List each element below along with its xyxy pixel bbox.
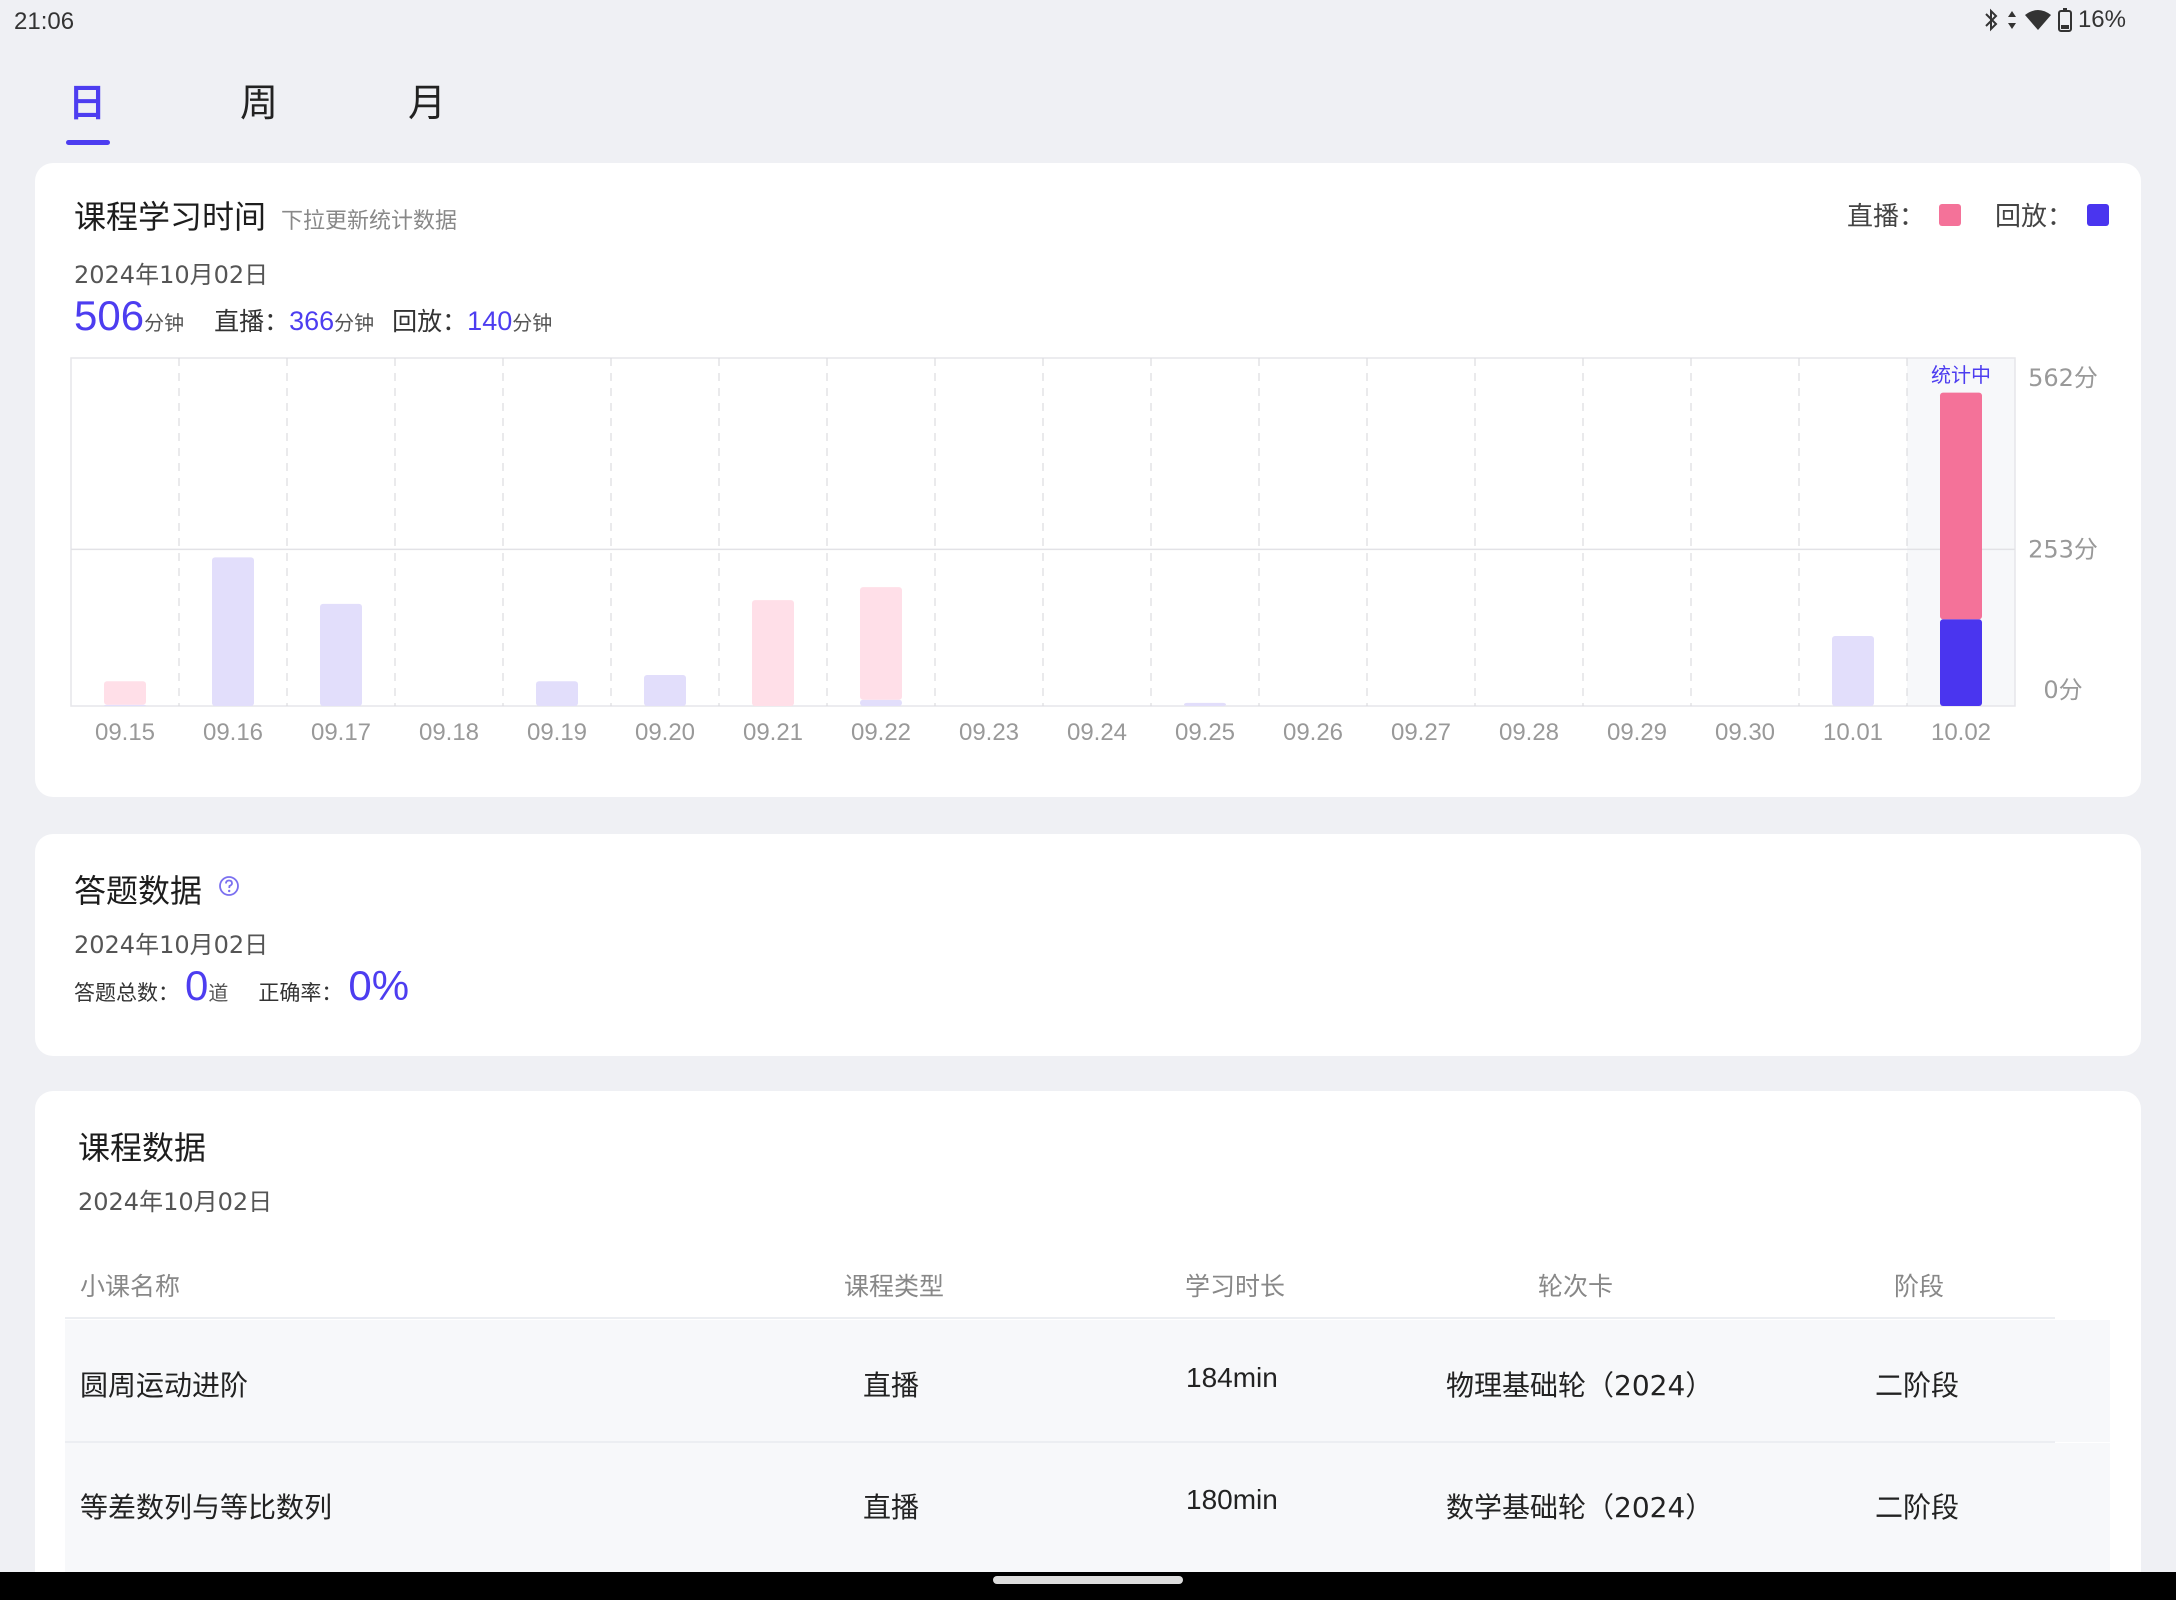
x-tick-label: 09.16 bbox=[203, 719, 263, 746]
answer-total-unit: 道 bbox=[208, 981, 229, 1005]
x-tick-label: 09.29 bbox=[1607, 719, 1667, 746]
course-type: 直播 bbox=[863, 1369, 920, 1402]
header-course-type: 课程类型 bbox=[844, 1272, 945, 1301]
status-icons: 16% bbox=[1982, 6, 2126, 34]
tab-day[interactable]: 日 bbox=[68, 72, 106, 127]
x-tick-label: 10.01 bbox=[1823, 719, 1883, 746]
x-tick-label: 09.15 bbox=[95, 719, 155, 746]
y-tick-label: 253分 bbox=[2028, 535, 2098, 563]
replay-label: 回放： bbox=[392, 307, 468, 336]
study-duration: 184min bbox=[1186, 1362, 1278, 1393]
header-divider bbox=[65, 1317, 2055, 1319]
stage: 二阶段 bbox=[1875, 1491, 1960, 1524]
tab-week[interactable]: 周 bbox=[240, 72, 278, 127]
x-tick-label: 09.21 bbox=[743, 719, 803, 746]
course-date: 2024年10月02日 bbox=[78, 1188, 273, 1216]
live-unit: 分钟 bbox=[334, 311, 375, 335]
in-progress-label: 统计中 bbox=[1931, 363, 1991, 387]
active-tab-indicator bbox=[66, 140, 110, 145]
bluetooth-icon bbox=[1985, 8, 1998, 32]
x-tick-label: 09.28 bbox=[1499, 719, 1559, 746]
x-tick-label: 09.25 bbox=[1175, 719, 1235, 746]
bar-replay-10.01 bbox=[1832, 636, 1874, 706]
legend-live-swatch bbox=[1939, 203, 1962, 226]
tab-month[interactable]: 月 bbox=[408, 72, 446, 127]
header-study-duration: 学习时长 bbox=[1185, 1272, 1286, 1301]
y-tick-label: 562分 bbox=[2028, 364, 2098, 392]
course-table-header: 小课名称 课程类型 学习时长 轮次卡 阶段 bbox=[65, 1267, 2110, 1317]
pull-refresh-hint: 下拉更新统计数据 bbox=[281, 209, 458, 234]
x-tick-label: 09.22 bbox=[851, 719, 911, 746]
replay-unit: 分钟 bbox=[512, 311, 553, 335]
header-course-name: 小课名称 bbox=[80, 1272, 181, 1301]
legend-replay-swatch bbox=[2087, 203, 2110, 226]
study-time-title: 课程学习时间 bbox=[74, 198, 267, 236]
bar-replay-10.02 bbox=[1940, 619, 1982, 706]
period-tabs: 日 周 月 bbox=[0, 72, 700, 152]
data-transfer-icon bbox=[2007, 11, 2016, 29]
x-tick-label: 09.30 bbox=[1715, 719, 1775, 746]
bar-replay-09.15 bbox=[104, 704, 146, 706]
table-row[interactable]: 等差数列与等比数列 直播 180min 数学基础轮（2024） 二阶段 bbox=[65, 1443, 2110, 1572]
course-data-title: 课程数据 bbox=[78, 1129, 207, 1167]
answer-date: 2024年10月02日 bbox=[74, 931, 269, 959]
total-minutes: 506 bbox=[74, 292, 145, 339]
replay-minutes: 140 bbox=[467, 306, 513, 336]
stage: 二阶段 bbox=[1875, 1369, 1960, 1402]
round-card: 数学基础轮（2024） bbox=[1446, 1491, 1714, 1524]
bar-replay-09.25 bbox=[1184, 702, 1226, 706]
study-time-chart[interactable]: 09.15 09.16 09.17 09.18 09.19 09.20 09.21 09.22… bbox=[35, 350, 2115, 750]
x-tick-label: 09.27 bbox=[1391, 719, 1451, 746]
accuracy-label: 正确率： bbox=[258, 981, 343, 1005]
bar-replay-09.16 bbox=[212, 557, 254, 706]
status-time: 21:06 bbox=[14, 8, 75, 35]
wifi-icon bbox=[2024, 10, 2051, 30]
table-row[interactable]: 圆周运动进阶 直播 184min 物理基础轮（2024） 二阶段 bbox=[65, 1320, 2110, 1442]
x-tick-label: 09.18 bbox=[419, 719, 479, 746]
accuracy-value: 0% bbox=[348, 962, 410, 1009]
battery-percent: 16% bbox=[2077, 6, 2126, 33]
header-stage: 阶段 bbox=[1894, 1272, 1945, 1301]
home-gesture-handle[interactable] bbox=[993, 1576, 1183, 1584]
battery-icon bbox=[2057, 8, 2072, 32]
live-label: 直播： bbox=[214, 307, 290, 336]
x-tick-label: 09.17 bbox=[311, 719, 371, 746]
course-name: 圆周运动进阶 bbox=[80, 1369, 249, 1402]
study-duration: 180min bbox=[1186, 1484, 1278, 1515]
help-icon[interactable] bbox=[218, 875, 240, 897]
y-tick-label: 0分 bbox=[2043, 676, 2082, 704]
legend-replay-label: 回放： bbox=[1995, 202, 2074, 232]
answer-summary: 答题总数： 0 道 正确率： 0% bbox=[74, 962, 409, 1010]
x-tick-label: 09.26 bbox=[1283, 719, 1343, 746]
status-bar: 21:06 16% bbox=[0, 0, 2176, 44]
course-type: 直播 bbox=[863, 1491, 920, 1524]
x-tick-label: 10.02 bbox=[1931, 719, 1991, 746]
bar-live-09.15 bbox=[104, 681, 146, 705]
header-round-card: 轮次卡 bbox=[1538, 1272, 1614, 1301]
x-tick-label: 09.19 bbox=[527, 719, 587, 746]
answer-data-card bbox=[35, 834, 2141, 1056]
answer-total-value: 0 bbox=[185, 962, 209, 1009]
bar-replay-09.22 bbox=[860, 699, 902, 706]
bar-replay-09.20 bbox=[644, 675, 686, 706]
bar-replay-09.17 bbox=[320, 603, 362, 706]
bar-live-09.22 bbox=[860, 587, 902, 700]
chart-legend: 直播： 回放： bbox=[1847, 196, 2110, 233]
bar-replay-09.19 bbox=[536, 681, 578, 706]
course-name: 等差数列与等比数列 bbox=[80, 1491, 333, 1524]
x-tick-label: 09.23 bbox=[959, 719, 1019, 746]
study-date: 2024年10月02日 bbox=[74, 261, 269, 289]
x-tick-label: 09.20 bbox=[635, 719, 695, 746]
round-card: 物理基础轮（2024） bbox=[1446, 1369, 1714, 1402]
live-minutes: 366 bbox=[289, 306, 335, 336]
study-summary: 506 分钟 直播： 366 分钟 回放： 140 分钟 bbox=[74, 292, 582, 340]
bar-live-09.21 bbox=[752, 600, 794, 706]
legend-live-label: 直播： bbox=[1847, 202, 1926, 232]
total-unit: 分钟 bbox=[144, 311, 185, 335]
answer-total-label: 答题总数： bbox=[74, 981, 179, 1005]
x-tick-label: 09.24 bbox=[1067, 719, 1127, 746]
answer-data-title: 答题数据 bbox=[74, 872, 203, 910]
bar-live-10.02 bbox=[1940, 392, 1982, 620]
